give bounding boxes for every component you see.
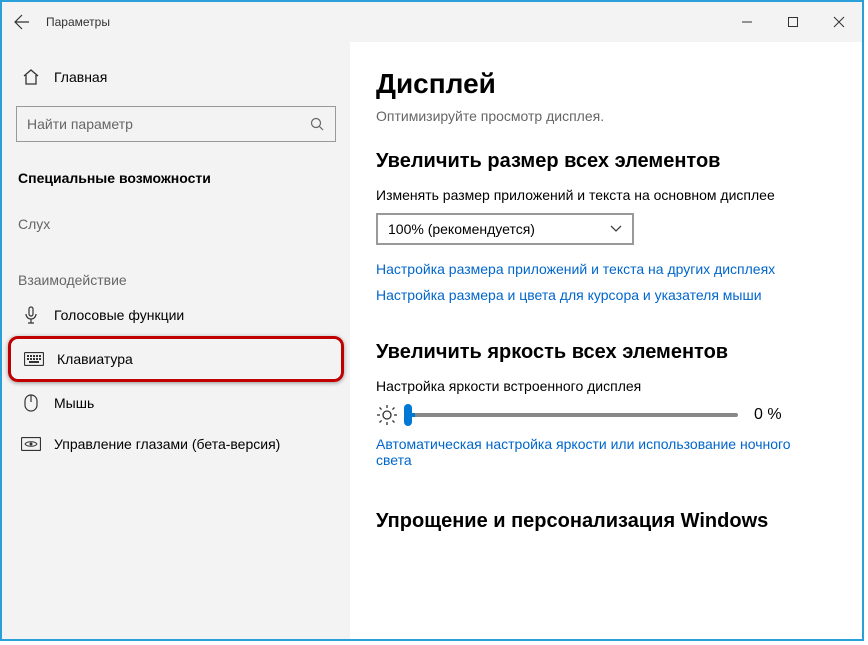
sidebar-home-label: Главная [54,69,107,85]
sidebar-item-eye-control[interactable]: Управление глазами (бета-версия) [2,424,350,464]
back-button[interactable] [2,2,42,42]
search-icon [309,116,325,132]
sidebar-item-keyboard[interactable]: Клавиатура [11,339,341,379]
mouse-icon [18,394,44,412]
titlebar: Параметры [2,2,862,42]
heading-scale: Увеличить размер всех элементов [376,150,842,173]
sidebar: Главная Найти параметр Специальные возмо… [2,42,350,639]
close-button[interactable] [816,2,862,42]
brightness-percent: 0 % [754,406,782,424]
sidebar-item-mouse[interactable]: Мышь [2,382,350,424]
content-pane: Дисплей Оптимизируйте просмотр дисплея. … [350,42,862,639]
sidebar-section-interaction: Взаимодействие [2,262,350,294]
scale-dropdown[interactable]: 100% (рекомендуется) [376,213,634,245]
heading-brightness: Увеличить яркость всех элементов [376,341,842,364]
highlight-annotation: Клавиатура [8,336,344,382]
search-input[interactable]: Найти параметр [16,106,336,142]
keyboard-icon [21,352,47,366]
microphone-icon [18,306,44,324]
sidebar-section-hearing: Слух [2,206,350,238]
search-placeholder: Найти параметр [27,116,309,132]
sidebar-item-label: Голосовые функции [54,307,184,323]
home-icon [18,68,44,86]
page-subtitle: Оптимизируйте просмотр дисплея. [376,108,842,124]
sidebar-item-label: Мышь [54,395,94,411]
sidebar-item-label: Клавиатура [57,351,133,367]
sidebar-item-label: Управление глазами (бета-версия) [54,436,280,452]
brightness-slider[interactable] [408,413,738,417]
sidebar-home[interactable]: Главная [2,60,350,94]
window-title: Параметры [46,15,110,29]
sidebar-section-accessibility: Специальные возможности [2,160,350,192]
scale-dropdown-value: 100% (рекомендуется) [388,221,610,237]
eye-control-icon [18,437,44,451]
page-title: Дисплей [376,68,842,100]
brightness-icon [376,404,398,426]
chevron-down-icon [610,225,622,233]
settings-window: Параметры Главная Найти п [0,0,864,641]
heading-simplify: Упрощение и персонализация Windows [376,510,842,533]
link-scale-other-displays[interactable]: Настройка размера приложений и текста на… [376,261,842,277]
scale-description: Изменять размер приложений и текста на о… [376,187,842,203]
maximize-button[interactable] [770,2,816,42]
minimize-button[interactable] [724,2,770,42]
sidebar-item-speech[interactable]: Голосовые функции [2,294,350,336]
link-cursor-pointer[interactable]: Настройка размера и цвета для курсора и … [376,287,842,303]
brightness-description: Настройка яркости встроенного дисплея [376,378,842,394]
slider-thumb[interactable] [404,404,412,426]
link-auto-brightness[interactable]: Автоматическая настройка яркости или исп… [376,436,796,468]
